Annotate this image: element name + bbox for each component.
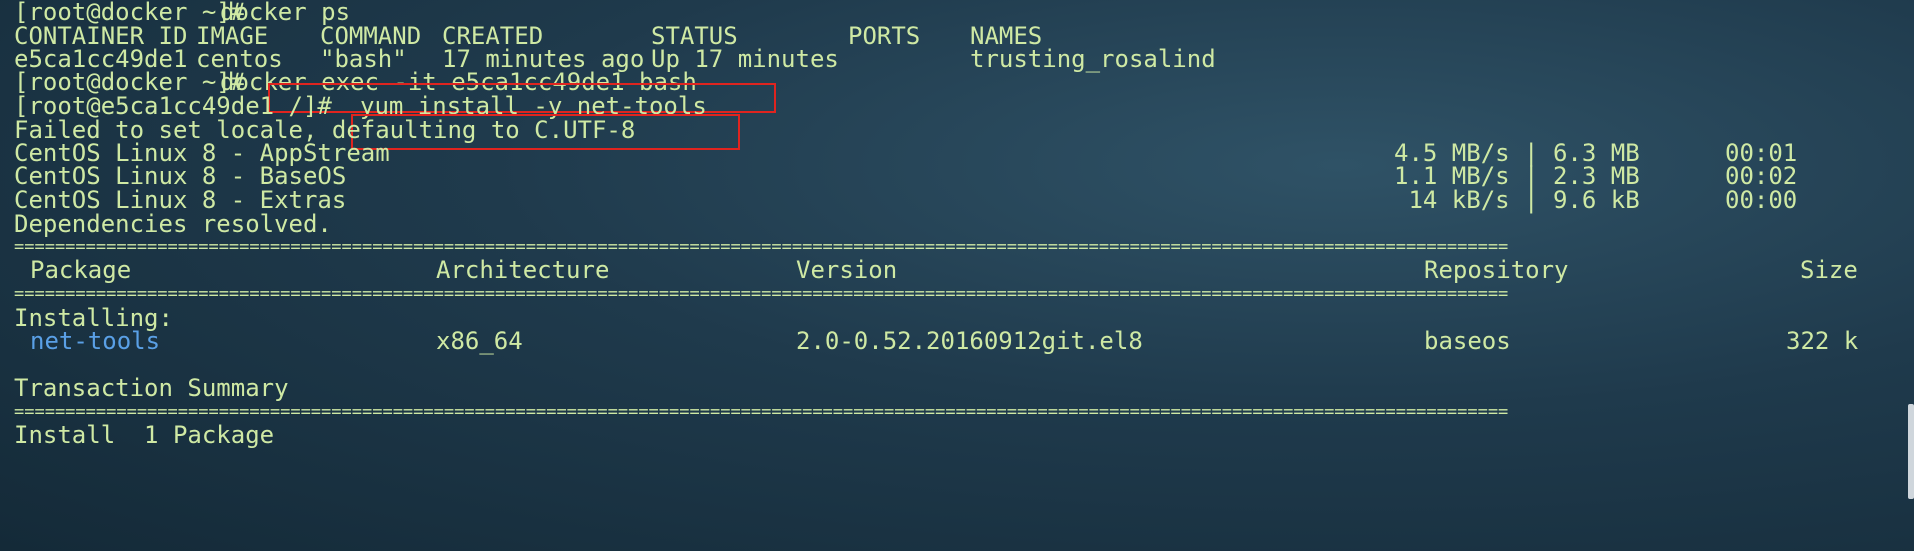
terminal-window[interactable]: [root@docker ~]# docker ps CONTAINER ID … — [0, 0, 1914, 551]
package-repo: baseos — [1424, 327, 1511, 355]
terminal-line: Install 1 Package — [14, 421, 274, 449]
repo-speed: 14 kB/s | 9.6 kB — [1394, 186, 1640, 214]
separator-line: ========================================… — [14, 284, 1509, 304]
package-size: 322 k — [1786, 327, 1859, 355]
package-arch: x86_64 — [436, 327, 523, 355]
output-text: Install 1 Package — [14, 421, 275, 449]
ps-col-ports: PORTS — [848, 22, 921, 50]
package-version: 2.0-0.52.20160912git.el8 — [796, 327, 1143, 355]
separator-line: ========================================… — [14, 402, 1509, 422]
package-row: net-tools x86_64 2.0-0.52.20160912git.el… — [14, 327, 1858, 355]
repo-time: 00:00 — [1725, 186, 1798, 214]
separator-line: ========================================… — [14, 237, 1509, 257]
scrollbar-thumb[interactable] — [1908, 404, 1914, 499]
package-name: net-tools — [30, 327, 161, 355]
ps-names: trusting_rosalind — [970, 45, 1216, 73]
